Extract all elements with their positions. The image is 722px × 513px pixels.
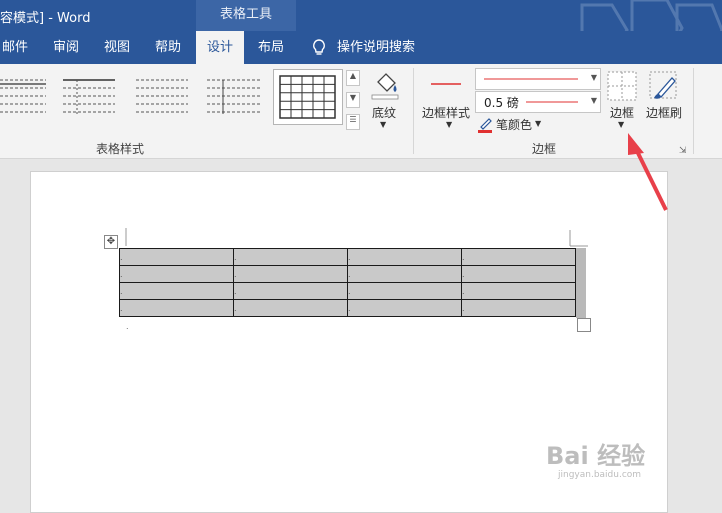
paint-bucket-icon[interactable] <box>370 70 400 100</box>
table-cell[interactable]: . <box>461 299 576 317</box>
window-title: 容模式] - Word <box>0 11 91 26</box>
borders-icon[interactable] <box>607 71 637 101</box>
table-cell[interactable]: . <box>461 265 576 283</box>
table-style-thumb-4[interactable] <box>207 76 265 116</box>
table-style-thumb-2[interactable] <box>63 76 118 116</box>
table-cell[interactable]: . <box>233 282 348 300</box>
border-painter-button[interactable]: 边框刷 <box>646 104 682 121</box>
shading-button[interactable]: 底纹 <box>372 104 396 121</box>
table-cell[interactable]: . <box>119 248 234 266</box>
group-separator <box>693 68 694 154</box>
table-styles-group-label: 表格样式 <box>96 142 145 156</box>
tab-view[interactable]: 视图 <box>104 31 130 64</box>
table-cell[interactable]: . <box>347 265 462 283</box>
ribbon: ▲ ▼ ☰ 底纹 ▼ 表格样式 边框样式 ▼ ▼ 0.5 磅 ▼ 笔颜色 ▼ 边… <box>0 64 722 159</box>
table-style-thumb-3[interactable] <box>136 76 191 116</box>
styles-more[interactable]: ☰ <box>346 114 360 130</box>
tab-layout[interactable]: 布局 <box>258 31 284 64</box>
dialog-launcher-icon[interactable]: ⇲ <box>679 146 687 156</box>
tab-review[interactable]: 审阅 <box>53 31 79 64</box>
table-cell[interactable]: . <box>119 282 234 300</box>
shading-dropdown-arrow[interactable]: ▼ <box>380 120 386 129</box>
pen-color-button[interactable]: 笔颜色 <box>496 116 532 133</box>
context-tab-table-tools: 表格工具 <box>196 0 296 31</box>
line-style-dropdown[interactable]: ▼ <box>475 68 601 90</box>
move-handle-icon[interactable]: ✥ <box>104 235 118 249</box>
border-styles-button[interactable]: 边框样式 <box>422 104 470 121</box>
styles-scroll-up[interactable]: ▲ <box>346 70 360 86</box>
tell-me-search[interactable]: 操作说明搜索 <box>337 31 415 64</box>
table-row: . . . . <box>119 248 576 266</box>
grid-table-icon <box>279 75 336 119</box>
table-style-selected[interactable] <box>273 69 343 125</box>
chevron-down-icon: ▼ <box>590 96 597 105</box>
table-style-thumb-1[interactable] <box>0 76 50 116</box>
table-cell[interactable]: . <box>347 248 462 266</box>
table-cell[interactable]: . <box>233 299 348 317</box>
table-cell[interactable]: . <box>347 282 462 300</box>
watermark-url: jingyan.baidu.com <box>558 470 642 480</box>
pen-color-icon[interactable] <box>477 116 493 134</box>
border-styles-dropdown-arrow[interactable]: ▼ <box>446 120 452 129</box>
pen-color-dropdown-arrow[interactable]: ▼ <box>535 119 541 128</box>
borders-button[interactable]: 边框 <box>610 104 634 121</box>
border-painter-icon[interactable] <box>648 70 680 102</box>
group-separator <box>413 68 414 154</box>
table-row: . . . . <box>119 282 576 300</box>
table-cell[interactable]: . <box>461 282 576 300</box>
table-cell[interactable]: . <box>233 248 348 266</box>
line-style-preview <box>484 78 578 80</box>
table-cell[interactable]: . <box>461 248 576 266</box>
watermark-logo: Bai 经验 <box>546 442 646 470</box>
paragraph-mark: . <box>126 322 129 331</box>
table-cell[interactable]: . <box>119 265 234 283</box>
corner-mark <box>125 228 127 246</box>
tab-help[interactable]: 帮助 <box>155 31 181 64</box>
annotation-arrow <box>628 133 668 211</box>
line-weight-dropdown[interactable]: 0.5 磅 ▼ <box>475 91 601 113</box>
lightbulb-icon <box>313 39 325 55</box>
borders-group-label: 边框 <box>532 142 557 156</box>
chevron-down-icon: ▼ <box>590 73 597 82</box>
border-styles-icon[interactable] <box>427 78 465 90</box>
table-cell[interactable]: . <box>233 265 348 283</box>
table-row: . . . . <box>119 299 576 317</box>
resize-handle[interactable] <box>577 318 591 332</box>
table-cell[interactable]: . <box>347 299 462 317</box>
end-of-row-markers <box>576 248 586 318</box>
ribbon-tabs: 邮件 审阅 视图 帮助 设计 布局 操作说明搜索 <box>0 31 722 64</box>
tab-mailings[interactable]: 邮件 <box>2 31 28 64</box>
table-cell[interactable]: . <box>119 299 234 317</box>
line-weight-preview <box>526 101 578 103</box>
document-table[interactable]: . . . . . . . . . . . . . . . . <box>119 248 576 317</box>
tab-design[interactable]: 设计 <box>196 31 244 64</box>
table-row: . . . . <box>119 265 576 283</box>
styles-scroll-down[interactable]: ▼ <box>346 92 360 108</box>
